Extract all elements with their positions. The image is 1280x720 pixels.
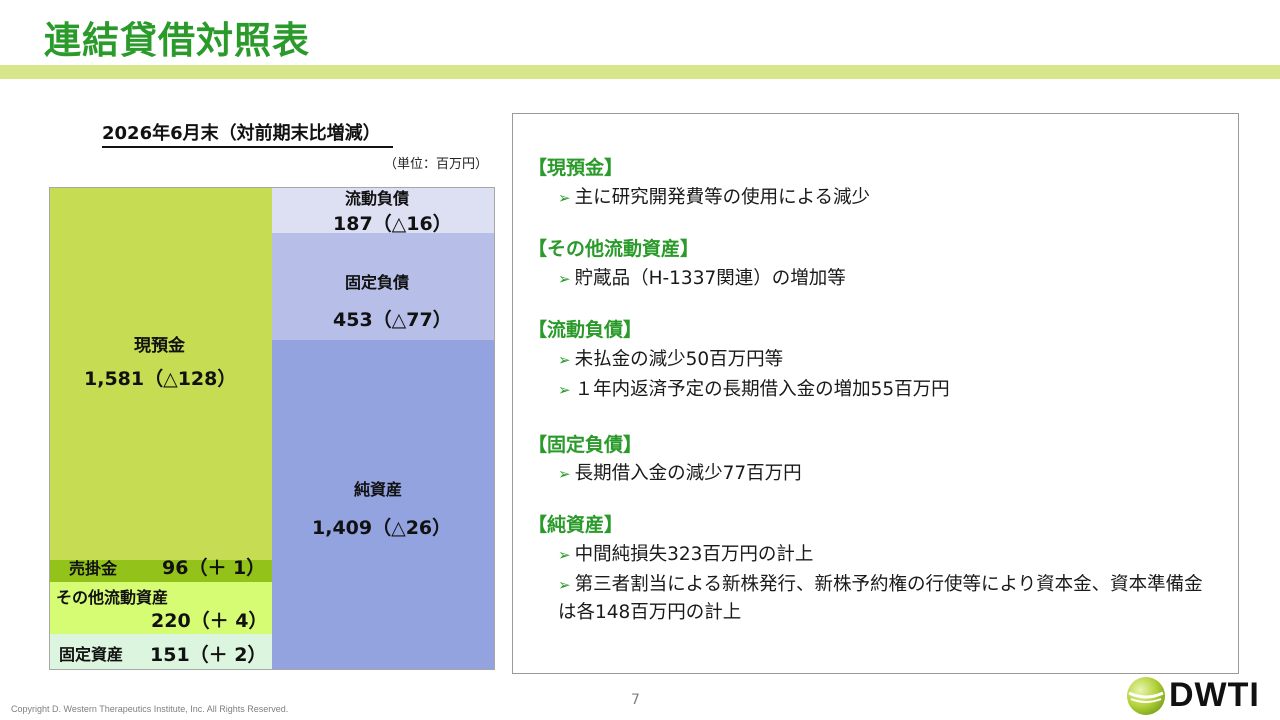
title-underline-bar: [0, 65, 1280, 79]
note-bullet: ➢ 未払金の減少50百万円等: [558, 349, 784, 370]
note-bullet: ➢ 貯蔵品（H-1337関連）の増加等: [558, 268, 846, 289]
other-current-assets-block: その他流動資産 220（＋ 4）: [50, 582, 272, 634]
fixed-assets-value: 151（＋ 2）: [150, 644, 267, 666]
note-heading-net-assets: 【純資産】: [528, 514, 624, 536]
cash-value: 1,581（△128）: [84, 368, 237, 390]
ar-value: 96（＋ 1）: [162, 557, 266, 579]
arrow-bullet-icon: ➢: [558, 465, 571, 483]
arrow-bullet-icon: ➢: [558, 189, 571, 207]
note-heading-cash: 【現預金】: [528, 157, 624, 179]
note-heading-fixed-liabilities: 【固定負債】: [528, 434, 643, 456]
current-liabilities-block: 流動負債 187（△16）: [272, 188, 494, 235]
dwti-logo: DWTI: [1125, 676, 1265, 716]
balance-sheet-subtitle: 2026年6月末（対前期末比増減）: [102, 119, 393, 148]
fixed-liabilities-block: 固定負債 453（△77）: [272, 233, 494, 340]
arrow-bullet-icon: ➢: [558, 576, 571, 594]
fixed-liabilities-label: 固定負債: [345, 273, 410, 292]
arrow-bullet-icon: ➢: [558, 270, 571, 288]
arrow-bullet-icon: ➢: [558, 546, 571, 564]
page-number: 7: [631, 692, 640, 708]
ar-label: 売掛金: [69, 559, 118, 578]
note-heading-current-liabilities: 【流動負債】: [528, 319, 643, 341]
net-assets-value: 1,409（△26）: [312, 517, 452, 539]
unit-label: （単位：百万円）: [384, 157, 489, 172]
arrow-bullet-icon: ➢: [558, 381, 571, 399]
logo-text: DWTI: [1169, 676, 1260, 714]
note-bullet: ➢ 第三者割当による新株発行、新株予約権の行使等により資本金、資本準備金は各148…: [558, 574, 1203, 623]
note-bullet: ➢ １年内返済予定の長期借入金の増加55百万円: [558, 379, 950, 400]
note-heading-other-current-assets: 【その他流動資産】: [528, 238, 700, 260]
fixed-assets-block: 固定資産 151（＋ 2）: [50, 634, 272, 669]
copyright-text: Copyright D. Western Therapeutics Instit…: [11, 704, 289, 714]
note-bullet: ➢ 主に研究開発費等の使用による減少: [558, 187, 871, 208]
current-liabilities-label: 流動負債: [345, 189, 410, 208]
fixed-liabilities-value: 453（△77）: [333, 309, 452, 331]
accounts-receivable-block: 売掛金 96（＋ 1）: [50, 557, 272, 582]
other-current-assets-value: 220（＋ 4）: [151, 610, 268, 632]
note-bullet: ➢ 長期借入金の減少77百万円: [558, 463, 802, 484]
net-assets-label: 純資産: [354, 480, 403, 499]
fixed-assets-label: 固定資産: [59, 645, 124, 664]
net-assets-block: 純資産 1,409（△26）: [272, 340, 494, 669]
logo-mark-icon: [1127, 677, 1165, 715]
current-liabilities-value: 187（△16）: [333, 213, 452, 235]
arrow-bullet-icon: ➢: [558, 351, 571, 369]
other-current-assets-label: その他流動資産: [56, 588, 169, 607]
cash-label: 現預金: [134, 336, 185, 356]
cash-block: 現預金 1,581（△128）: [50, 188, 272, 560]
page-title: 連結貸借対照表: [44, 19, 310, 62]
note-bullet: ➢ 中間純損失323百万円の計上: [558, 544, 814, 565]
